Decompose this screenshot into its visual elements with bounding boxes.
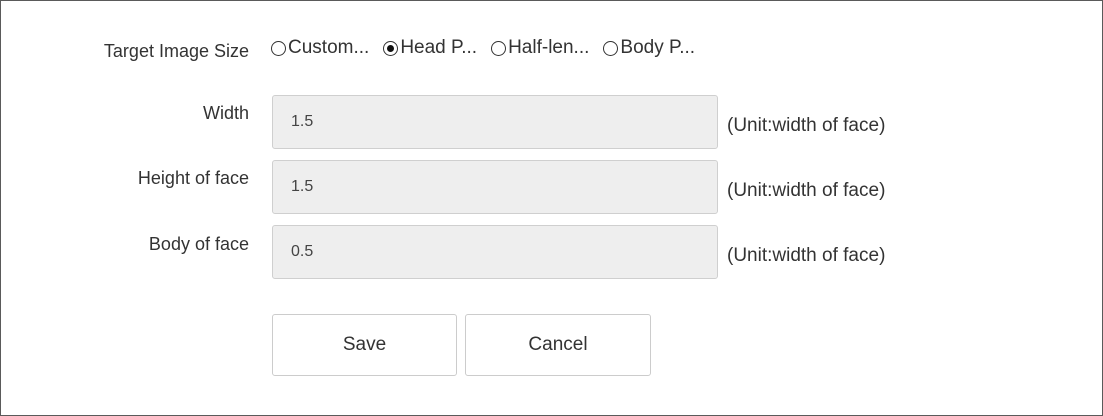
- radio-unchecked-icon[interactable]: [603, 40, 619, 56]
- radio-unchecked-icon[interactable]: [271, 40, 286, 56]
- radio-option-custom-label: Custom...: [288, 37, 370, 58]
- height-of-face-input[interactable]: 1.5: [272, 160, 718, 214]
- radio-option-half-length-label: Half-len...: [508, 37, 590, 58]
- radio-option-head-label: Head P...: [400, 37, 478, 58]
- target-image-size-radio-group: Custom... Head P... Half-len... Body P..…: [271, 37, 709, 59]
- radio-option-body[interactable]: Body P...: [603, 37, 695, 59]
- body-of-face-label: Body of face: [148, 234, 249, 254]
- radio-option-half-length[interactable]: Half-len...: [491, 37, 589, 59]
- radio-checked-icon[interactable]: [383, 40, 399, 56]
- width-input[interactable]: 1.5: [272, 95, 718, 149]
- width-label: Width: [202, 103, 249, 123]
- settings-panel: Target Image Size Custom... Head P... Ha…: [0, 0, 1103, 416]
- body-of-face-input[interactable]: 0.5: [272, 225, 718, 279]
- target-image-size-label: Target Image Size: [103, 41, 249, 61]
- cancel-button[interactable]: Cancel: [465, 314, 651, 376]
- radio-unchecked-icon[interactable]: [491, 40, 507, 56]
- radio-option-custom[interactable]: Custom...: [271, 37, 369, 59]
- width-unit-label: (Unit:width of face): [727, 115, 886, 136]
- radio-option-body-label: Body P...: [620, 37, 696, 58]
- radio-option-head[interactable]: Head P...: [383, 37, 477, 59]
- save-button[interactable]: Save: [272, 314, 457, 376]
- height-of-face-unit-label: (Unit:width of face): [727, 180, 886, 201]
- body-of-face-unit-label: (Unit:width of face): [727, 245, 886, 266]
- height-of-face-label: Height of face: [137, 168, 249, 188]
